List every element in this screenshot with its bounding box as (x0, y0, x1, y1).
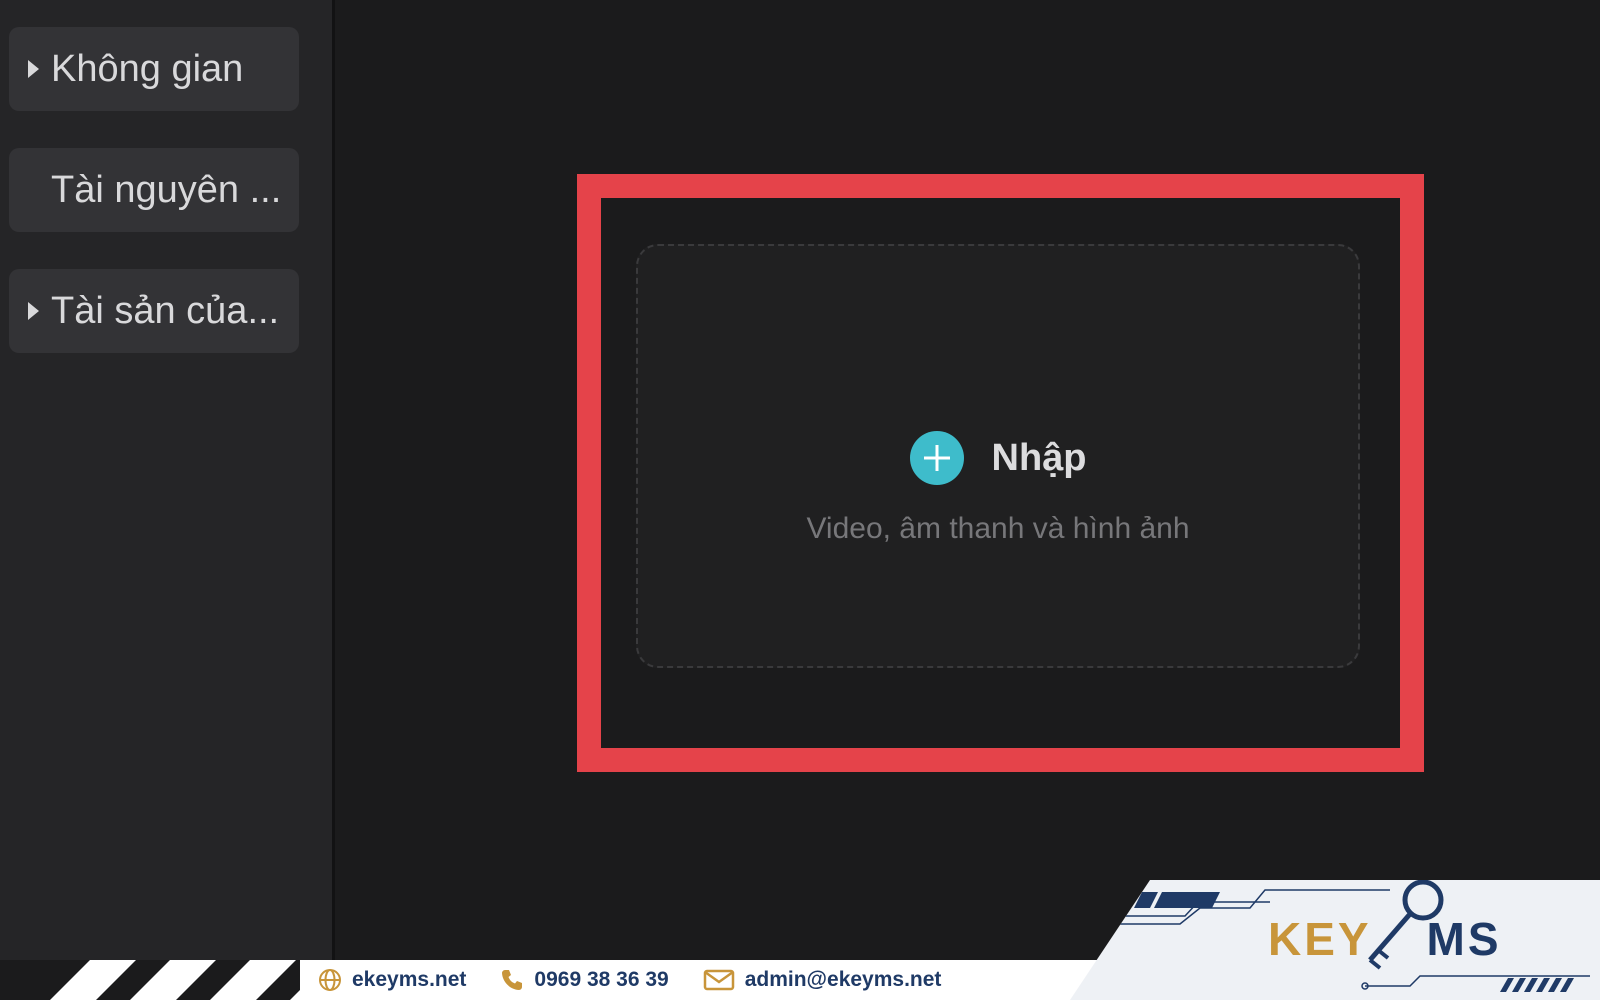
phone-contact[interactable]: 0969 38 36 39 (500, 968, 669, 992)
brand-logo-part2: MS (1426, 913, 1502, 965)
caret-right-icon (28, 60, 39, 78)
sidebar-item-tai-san[interactable]: Tài sản của... (9, 269, 299, 353)
brand-logo-part1: KEY (1268, 913, 1371, 965)
import-subtitle: Video, âm thanh và hình ảnh (806, 512, 1190, 545)
website-text: ekeyms.net (352, 968, 467, 991)
globe-icon (319, 969, 341, 991)
import-button-label[interactable]: Nhập (992, 437, 1087, 480)
footer-contacts: ekeyms.net 0969 38 36 39 admin@ekeyms.ne… (318, 960, 975, 1000)
website-contact[interactable]: ekeyms.net (318, 968, 466, 992)
email-text: admin@ekeyms.net (744, 968, 942, 991)
brand-logo: KEY MS (1268, 912, 1502, 966)
phone-text: 0969 38 36 39 (534, 968, 669, 991)
phone-icon (502, 970, 523, 990)
footer-stripes (0, 960, 300, 1000)
sidebar-item-tai-nguyen[interactable]: Tài nguyên ... (9, 148, 299, 232)
import-dropzone[interactable]: Nhập Video, âm thanh và hình ảnh (636, 244, 1360, 668)
sidebar-item-label: Không gian (51, 47, 244, 90)
sidebar-item-label: Tài sản của... (51, 289, 280, 332)
sidebar-item-khong-gian[interactable]: Không gian (9, 27, 299, 111)
sidebar-item-label: Tài nguyên ... (51, 168, 282, 211)
plus-icon[interactable] (909, 431, 964, 485)
caret-right-icon (28, 302, 39, 320)
email-contact[interactable]: admin@ekeyms.net (703, 968, 942, 992)
sidebar: Không gian Tài nguyên ... Tài sản của... (0, 0, 335, 1000)
mail-icon (703, 969, 734, 991)
import-button-row[interactable]: Nhập (638, 431, 1358, 485)
